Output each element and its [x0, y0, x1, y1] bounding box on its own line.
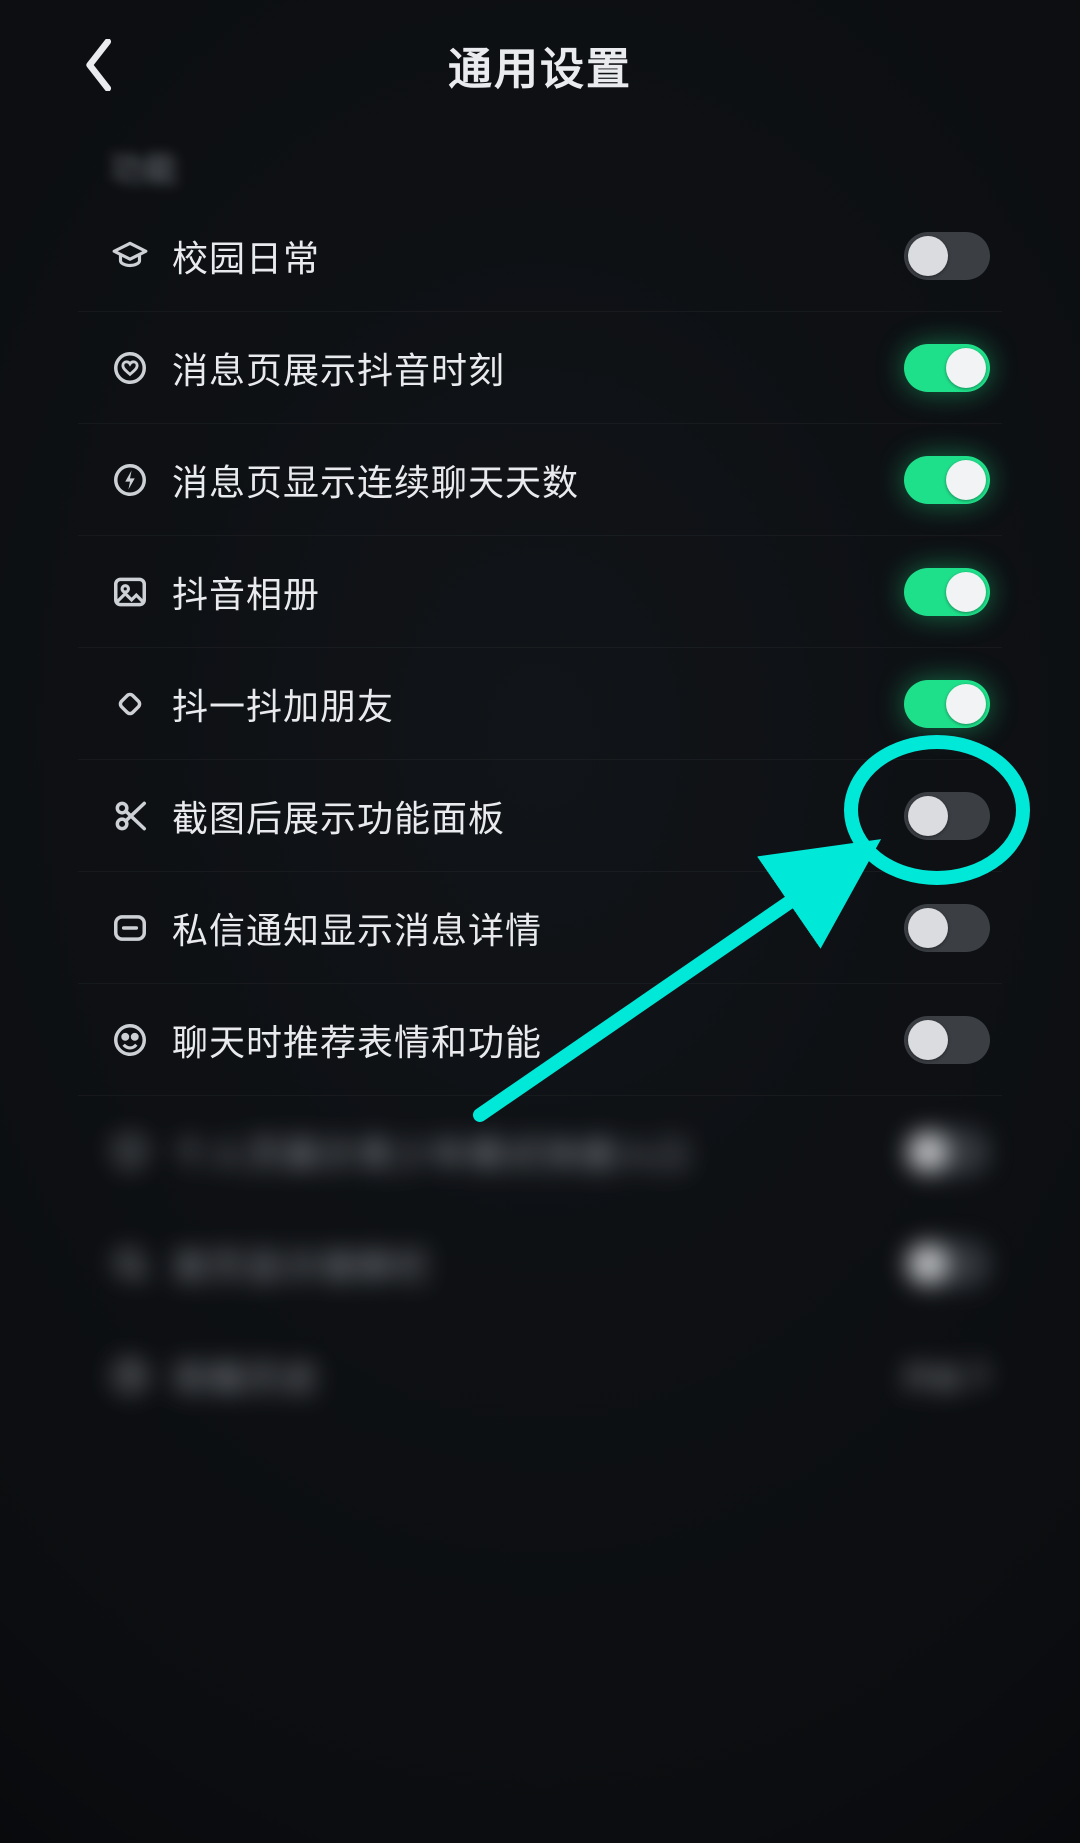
toggle-knob [908, 1132, 948, 1172]
settings-row[interactable]: 抖一抖加朋友 [78, 648, 1002, 760]
toggle-knob [946, 460, 986, 500]
toggle-knob [946, 348, 986, 388]
settings-row[interactable]: 截图后展示功能面板 [78, 760, 1002, 872]
settings-row-label: 抖一抖加朋友 [172, 678, 904, 730]
face-icon [108, 1018, 152, 1062]
row-trail-text: 开启 [902, 1354, 962, 1398]
page-title: 通用设置 [0, 33, 1080, 97]
toggle-switch[interactable] [904, 792, 990, 840]
settings-row[interactable]: 消息页展示抖音时刻 [78, 312, 1002, 424]
message-icon [108, 906, 152, 950]
header-bar: 通用设置 [0, 20, 1080, 110]
heart-circle-icon [108, 346, 152, 390]
chevron-right-icon [970, 1359, 990, 1394]
toggle-switch[interactable] [904, 680, 990, 728]
scissors-icon [108, 794, 152, 838]
settings-row[interactable]: 首页显示搜索栏 [78, 1208, 1002, 1320]
toggle-switch[interactable] [904, 1016, 990, 1064]
toggle-knob [908, 908, 948, 948]
section-header: 功能 [110, 142, 178, 191]
toggle-switch[interactable] [904, 344, 990, 392]
settings-row[interactable]: 私信通知显示消息详情 [78, 872, 1002, 984]
toggle-knob [946, 684, 986, 724]
bolt-circle-icon [108, 458, 152, 502]
app-frame: 通用设置 功能 校园日常消息页展示抖音时刻消息页显示连续聊天天数抖音相册抖一抖加… [0, 0, 1080, 1843]
settings-row[interactable]: 抖音相册 [78, 536, 1002, 648]
settings-row-label: 消息页显示连续聊天天数 [172, 454, 904, 506]
settings-row[interactable]: 聊天时推荐表情和功能 [78, 984, 1002, 1096]
search-icon [108, 1242, 152, 1286]
settings-row-label: 抖音相册 [172, 566, 904, 618]
settings-row-label: 截图后展示功能面板 [172, 790, 904, 842]
toggle-knob [908, 1244, 948, 1284]
settings-row-label: 首页显示搜索栏 [172, 1238, 904, 1290]
settings-list: 校园日常消息页展示抖音时刻消息页显示连续聊天天数抖音相册抖一抖加朋友截图后展示功… [78, 200, 1002, 1843]
toggle-switch[interactable] [904, 568, 990, 616]
toggle-knob [908, 796, 948, 836]
settings-row-label: 聊天时推荐表情和功能 [172, 1014, 904, 1066]
settings-row-label: 私信通知显示消息详情 [172, 902, 904, 954]
settings-row[interactable]: 个人页展示青少年模式快捷入口 [78, 1096, 1002, 1208]
settings-row[interactable]: 观看历史开启 [78, 1320, 1002, 1432]
settings-row-label: 校园日常 [172, 230, 904, 282]
clock-icon [108, 1354, 152, 1398]
toggle-knob [946, 572, 986, 612]
toggle-switch[interactable] [904, 904, 990, 952]
settings-row-label: 观看历史 [172, 1350, 902, 1402]
settings-row-label: 消息页展示抖音时刻 [172, 342, 904, 394]
settings-row[interactable]: 消息页显示连续聊天天数 [78, 424, 1002, 536]
settings-row-label: 个人页展示青少年模式快捷入口 [172, 1126, 904, 1178]
shield-icon [108, 1130, 152, 1174]
toggle-knob [908, 236, 948, 276]
settings-row[interactable]: 校园日常 [78, 200, 1002, 312]
toggle-switch[interactable] [904, 1128, 990, 1176]
toggle-switch[interactable] [904, 1240, 990, 1288]
toggle-switch[interactable] [904, 456, 990, 504]
graduation-cap-icon [108, 234, 152, 278]
photo-icon [108, 570, 152, 614]
toggle-knob [908, 1020, 948, 1060]
shake-icon [108, 682, 152, 726]
toggle-switch[interactable] [904, 232, 990, 280]
